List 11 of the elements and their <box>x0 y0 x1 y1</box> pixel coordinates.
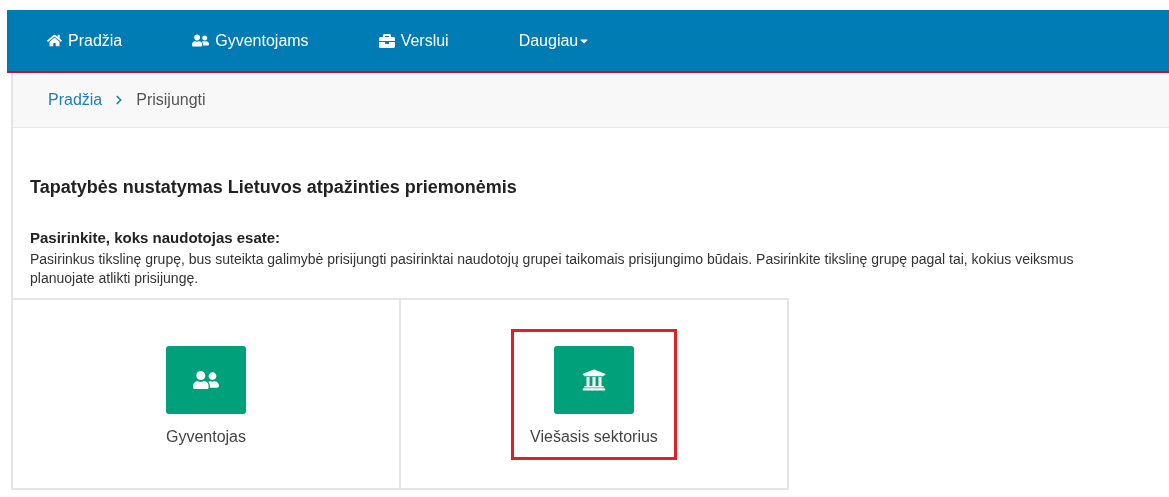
breadcrumb-current: Prisijungti <box>136 91 206 109</box>
nav-link[interactable]: Pradžia <box>47 31 123 50</box>
nav-link[interactable]: Gyventojams <box>192 31 309 50</box>
page-heading: Tapatybės nustatymas Lietuvos atpažinties priemonėmis <box>30 177 518 198</box>
breadcrumb-link[interactable]: Pradžia <box>48 91 103 109</box>
description-text: Pasirinkus tikslinę grupę, bus suteikta galimybė prisijungti pasirinktai naudotojų grupei taikomais prisijungimo būdais. Pasirinkite tikslinę grupę pagal tai, kokius veiksmus planuojate atlikti prisijungę. <box>30 250 1075 288</box>
user-type-option[interactable]: Gyventojas <box>125 328 287 460</box>
nav-link[interactable]: Daugiau <box>518 31 591 50</box>
nav-link[interactable]: Verslui <box>378 31 449 50</box>
section-heading: Pasirinkite, koks naudotojas esate: <box>30 229 282 246</box>
user-type-option[interactable]: Viešasis sektorius <box>511 328 677 460</box>
